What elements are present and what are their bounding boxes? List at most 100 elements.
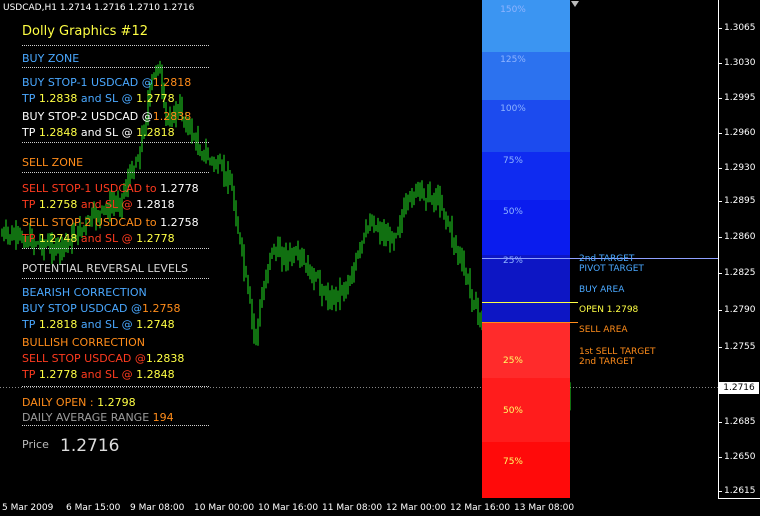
separator (22, 67, 209, 68)
overlay-line: TP 1.2838 and SL @ 1.2778 (22, 92, 175, 105)
overlay-text: SELL STOP USDCAD @ (22, 352, 146, 365)
separator (22, 386, 209, 387)
overlay-text: POTENTIAL REVERSAL LEVELS (22, 262, 189, 275)
overlay-text: SELL STOP-1 USDCAD to (22, 182, 161, 195)
zone-percent: 75% (502, 156, 523, 166)
price-tick: 1.2650 (724, 452, 756, 462)
overlay-text: 1.2838 (152, 110, 192, 123)
price-chart[interactable]: USDCAD,H1 1.2714 1.2716 1.2710 1.2716 15… (0, 0, 760, 516)
level-label: 2nd TARGET (579, 254, 635, 264)
overlay-line: TP 1.2848 and SL @ 1.2818 (22, 126, 175, 139)
overlay-text: BUY STOP USDCAD @ (22, 302, 142, 315)
overlay-line: SELL STOP-1 USDCAD to 1.2778 (22, 182, 199, 195)
overlay-line: BEARISH CORRECTION (22, 286, 147, 299)
overlay-text: 1.2758 (141, 302, 181, 315)
overlay-line: DAILY AVERAGE RANGE 194 (22, 411, 174, 424)
overlay-text: BUY STOP-1 USDCAD @ (22, 76, 153, 89)
zone-percent: 100% (500, 104, 526, 114)
price-tick-mark (718, 98, 722, 99)
overlay-line: TP 1.2748 and SL @ 1.2778 (22, 232, 175, 245)
overlay-text: TP (22, 318, 39, 331)
overlay-text: and SL @ (77, 92, 137, 105)
zone-percent: 25% (502, 356, 523, 366)
overlay-text: 194 (152, 411, 174, 424)
price-tick-mark (718, 237, 722, 238)
separator (22, 172, 209, 173)
overlay-text: BEARISH CORRECTION (22, 286, 147, 299)
overlay-text: BUY ZONE (22, 52, 80, 65)
time-tick: 13 Mar 08:00 (514, 503, 575, 513)
price-tick: 1.2790 (724, 305, 756, 315)
overlay-line: BUY ZONE (22, 52, 79, 65)
current-price-tag: 1.2716 (719, 382, 759, 394)
price-tick-mark (718, 201, 722, 202)
overlay-text: TP (22, 232, 39, 245)
overlay-line: TP 1.2778 and SL @ 1.2848 (22, 368, 175, 381)
overlay-text: and SL @ (77, 318, 137, 331)
overlay-text: and SL @ (77, 126, 137, 139)
time-tick: 10 Mar 16:00 (258, 503, 319, 513)
price-tick: 1.2755 (724, 342, 756, 352)
overlay-text: BUY STOP-2 USDCAD @ (22, 110, 153, 123)
overlay-line: TP 1.2758 and SL @ 1.2818 (22, 198, 175, 211)
price-tick-mark (718, 28, 722, 29)
time-tick: 12 Mar 00:00 (386, 503, 447, 513)
time-tick: 11 Mar 08:00 (322, 503, 383, 513)
overlay-text: and SL @ (77, 368, 137, 381)
overlay-text: and SL @ (77, 198, 137, 211)
separator (22, 142, 209, 143)
overlay-text: DAILY AVERAGE RANGE (22, 411, 153, 424)
overlay-text: TP (22, 368, 39, 381)
price-tick: 1.2930 (724, 163, 756, 173)
overlay-text: and SL @ (77, 232, 137, 245)
time-tick: 5 Mar 2009 (2, 503, 54, 513)
price-tick: 1.2960 (724, 128, 756, 138)
price-axis[interactable] (718, 0, 760, 516)
overlay-text: 1.2778 (160, 182, 199, 195)
overlay-line: TP 1.2818 and SL @ 1.2748 (22, 318, 175, 331)
price-tick-mark (718, 491, 722, 492)
level-label: PIVOT TARGET (579, 264, 644, 274)
level-line (482, 322, 578, 323)
level-label: 2nd TARGET (579, 357, 635, 367)
price-tick-mark (718, 310, 722, 311)
zone-percent: 50% (502, 406, 523, 416)
separator (22, 248, 209, 249)
overlay-line: SELL STOP-2 USDCAD to 1.2758 (22, 216, 199, 229)
overlay-text: TP (22, 126, 39, 139)
price-tick: 1.2825 (724, 268, 756, 278)
time-tick: 9 Mar 08:00 (130, 503, 185, 513)
overlay-text: 1.2838 (145, 352, 185, 365)
price-tick: 1.2995 (724, 93, 756, 103)
shift-marker-icon[interactable] (571, 1, 579, 7)
level-label: BUY AREA (579, 285, 625, 295)
overlay-text: 1.2758 (38, 198, 78, 211)
price-tick: 1.2860 (724, 232, 756, 242)
zone-percent: 50% (502, 207, 523, 217)
overlay-text: 1.2818 (136, 126, 175, 139)
overlay-text: 1.2838 (38, 92, 78, 105)
price-tick-mark (718, 457, 722, 458)
zone-block (482, 322, 570, 378)
price-tick: 1.2615 (724, 486, 756, 496)
overlay-line: POTENTIAL REVERSAL LEVELS (22, 262, 188, 275)
price-tick-mark (718, 133, 722, 134)
level-label: 1st SELL TARGET (579, 347, 656, 357)
overlay-text: 1.2818 (136, 198, 175, 211)
time-tick: 10 Mar 00:00 (194, 503, 255, 513)
separator (22, 425, 209, 426)
overlay-text: 1.2818 (38, 318, 78, 331)
overlay-text: TP (22, 198, 39, 211)
price-tick-mark (718, 422, 722, 423)
overlay-text: 1.2758 (160, 216, 199, 229)
price-value: 1.2716 (60, 436, 120, 456)
price-tick: 1.2685 (724, 417, 756, 427)
price-tick-mark (718, 347, 722, 348)
level-label: OPEN 1.2798 (579, 305, 639, 315)
price-tick: 1.3065 (724, 23, 756, 33)
overlay-text: 1.2778 (136, 232, 175, 245)
overlay-text: 1.2778 (136, 92, 175, 105)
time-tick: 12 Mar 16:00 (450, 503, 511, 513)
overlay-text: DAILY OPEN : (22, 396, 98, 409)
separator (22, 278, 209, 279)
